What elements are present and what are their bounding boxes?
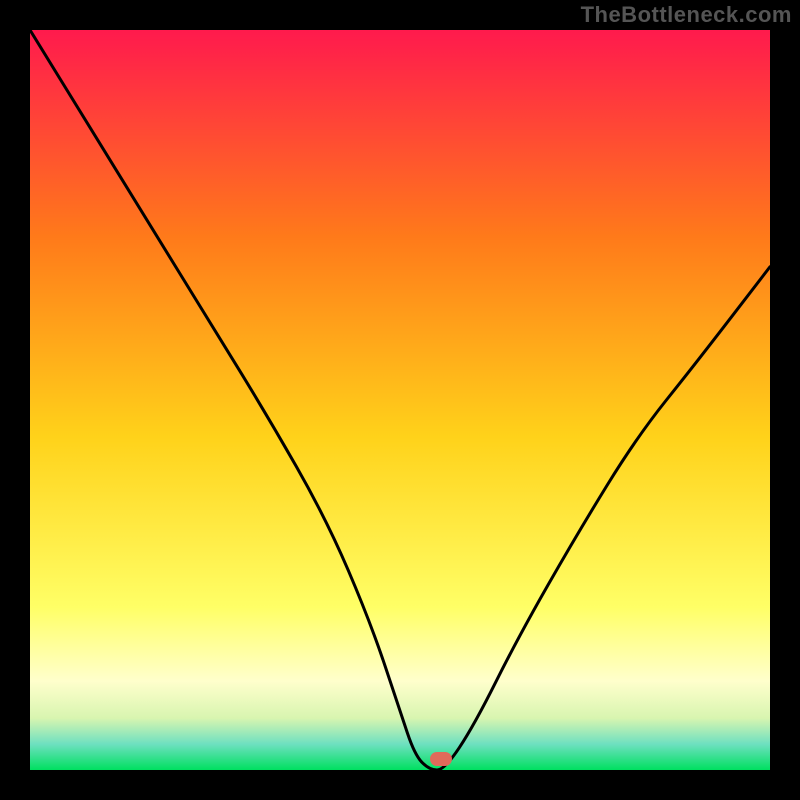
attribution-text: TheBottleneck.com <box>581 2 792 28</box>
plot-area <box>30 30 770 770</box>
bottleneck-curve <box>30 30 770 770</box>
optimal-point-marker <box>430 752 452 766</box>
chart-frame: TheBottleneck.com <box>0 0 800 800</box>
